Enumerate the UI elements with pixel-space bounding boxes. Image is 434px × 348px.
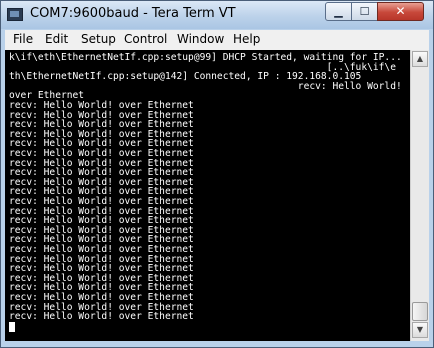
vertical-scrollbar[interactable]: ▲ ▼ [410,50,429,341]
window-title: COM7:9600baud - Tera Term VT [30,6,236,21]
menu-file[interactable]: File [13,32,33,46]
minimize-button[interactable]: ▁ [325,2,352,21]
window-bottom-border [1,341,433,347]
menu-edit[interactable]: Edit [45,32,68,46]
menu-setup[interactable]: Setup [81,32,116,46]
terminal-cursor [9,321,15,332]
menu-help[interactable]: Help [233,32,260,46]
tera-term-window: COM7:9600baud - Tera Term VT ▁ ☐ ✕ File … [0,0,434,348]
title-bar[interactable]: COM7:9600baud - Tera Term VT ▁ ☐ ✕ [1,1,433,29]
terminal-output[interactable]: k\if\eth\EthernetNetIf.cpp:setup@99] DHC… [5,50,410,341]
scroll-thumb[interactable] [412,302,428,321]
close-button[interactable]: ✕ [377,2,424,21]
scroll-down-icon[interactable]: ▼ [412,322,428,338]
menu-bar: File Edit Setup Control Window Help [5,30,429,50]
menu-window[interactable]: Window [177,32,224,46]
menu-control[interactable]: Control [124,32,167,46]
scroll-up-icon[interactable]: ▲ [412,51,428,67]
terminal-line: recv: Hello World! over Ethernet [9,311,194,323]
terminal-app-icon[interactable] [7,8,23,21]
maximize-button[interactable]: ☐ [351,2,378,21]
